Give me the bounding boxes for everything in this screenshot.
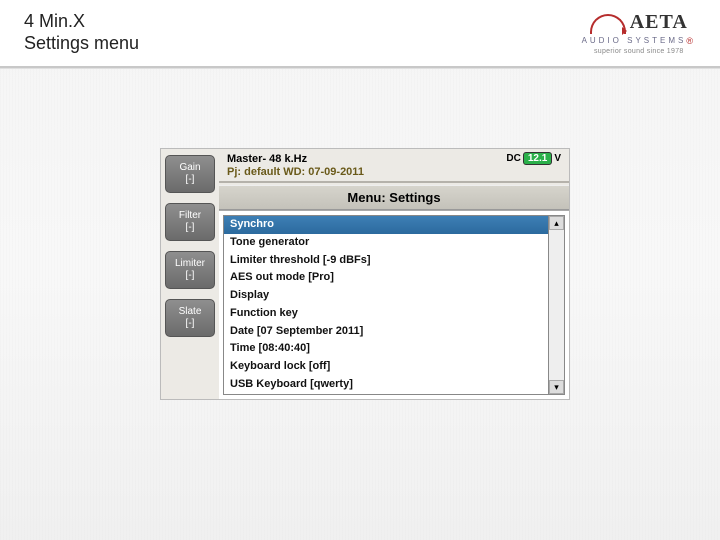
settings-item[interactable]: Limiter threshold [-9 dBFs] [224,252,548,270]
limiter-button-sub: [-] [168,270,212,282]
gain-button[interactable]: Gain [-] [165,155,215,193]
settings-list[interactable]: SynchroTone generatorLimiter threshold [… [223,215,549,395]
filter-button-sub: [-] [168,222,212,234]
dc-value: 12.1 [523,152,552,165]
device-main-panel: Master- 48 k.Hz DC 12.1 V Pj: default WD… [219,149,569,399]
project-line: Pj: default WD: 07-09-2011 [219,166,569,183]
settings-item[interactable]: Display [224,287,548,305]
settings-list-area: SynchroTone generatorLimiter threshold [… [219,210,569,399]
limiter-button[interactable]: Limiter [-] [165,251,215,289]
mode-label: Master- 48 k.Hz [227,153,307,165]
slide-title: 4 Min.X Settings menu [24,11,139,54]
side-button-column: Gain [-] Filter [-] Limiter [-] Slate [-… [161,149,219,399]
logo-registered: ® [686,36,696,46]
slate-button-sub: [-] [168,318,212,330]
gain-button-label: Gain [168,162,212,174]
logo-brand-text: AETA [630,11,688,34]
settings-item[interactable]: Keyboard lock [off] [224,358,548,376]
logo-subtext: AUDIO SYSTEMS [582,36,687,45]
settings-item[interactable]: Date [07 September 2011] [224,323,548,341]
logo-tagline: superior sound since 1978 [582,48,696,55]
dc-unit: V [554,153,561,164]
menu-title: Menu: Settings [219,185,569,210]
scrollbar[interactable]: ▴ ▾ [549,215,565,395]
title-line-2: Settings menu [24,33,139,55]
scroll-up-button[interactable]: ▴ [549,216,564,230]
filter-button-label: Filter [168,210,212,222]
settings-item[interactable]: AES out mode [Pro] [224,269,548,287]
scroll-down-button[interactable]: ▾ [549,380,564,394]
slide-header: 4 Min.X Settings menu AETA AUDIO SYSTEMS… [0,0,720,68]
status-row: Master- 48 k.Hz DC 12.1 V [219,149,569,166]
gain-button-sub: [-] [168,174,212,186]
settings-item[interactable]: USB Keyboard [qwerty] [224,376,548,394]
device-screenshot: Gain [-] Filter [-] Limiter [-] Slate [-… [160,148,570,400]
filter-button[interactable]: Filter [-] [165,203,215,241]
dc-badge: DC 12.1 V [506,152,561,165]
brand-logo: AETA AUDIO SYSTEMS® superior sound since… [582,11,696,55]
dc-label: DC [506,153,520,164]
settings-item[interactable]: Function key [224,305,548,323]
settings-item[interactable]: Synchro [224,216,548,234]
logo-arc-icon [590,14,626,34]
slate-button-label: Slate [168,306,212,318]
limiter-button-label: Limiter [168,258,212,270]
slate-button[interactable]: Slate [-] [165,299,215,337]
settings-item[interactable]: Tone generator [224,234,548,252]
title-line-1: 4 Min.X [24,11,139,33]
settings-item[interactable]: Time [08:40:40] [224,340,548,358]
